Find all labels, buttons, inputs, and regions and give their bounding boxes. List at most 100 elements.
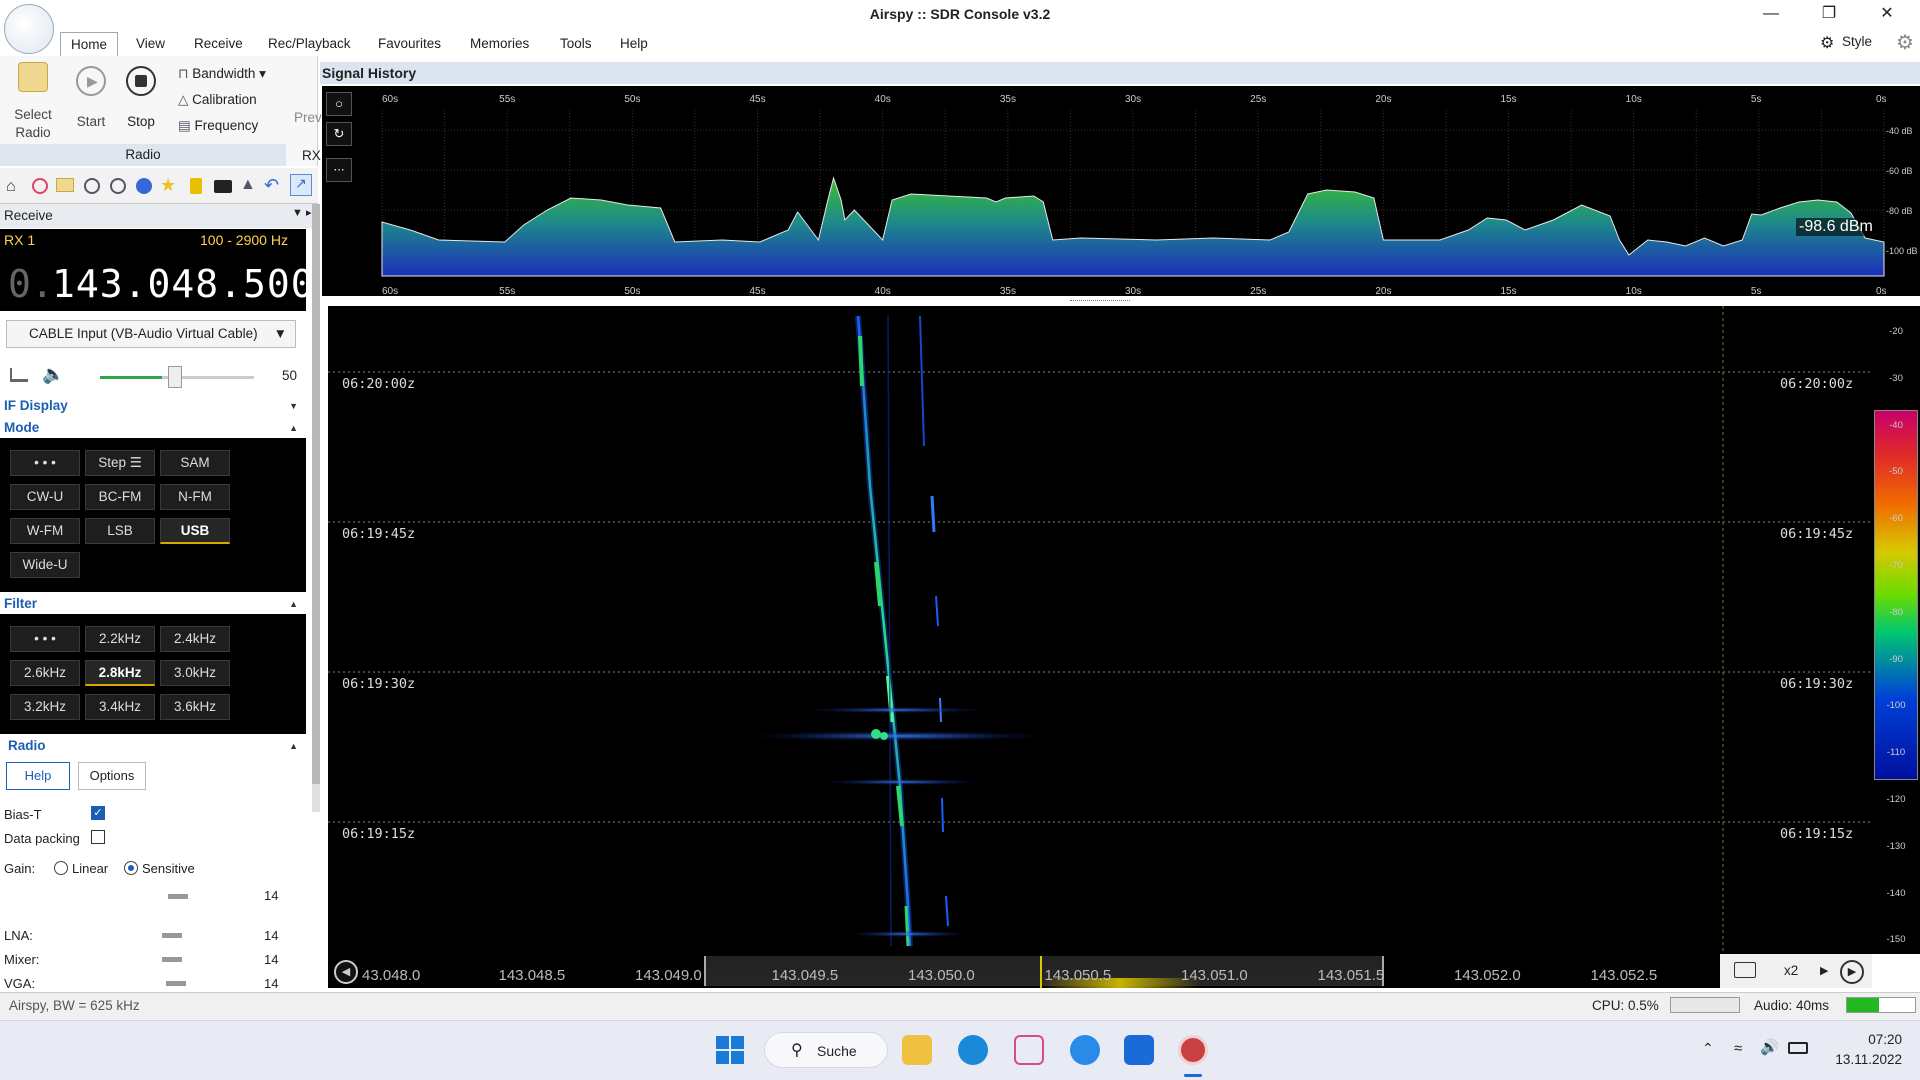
close-icon[interactable]: ✕ — [1864, 0, 1910, 28]
stop-small-icon[interactable] — [110, 178, 126, 194]
start-windows-icon[interactable] — [716, 1036, 744, 1064]
mode-button[interactable]: N-FM — [160, 484, 230, 510]
chevron-up-icon[interactable]: ⌃ — [1702, 1040, 1714, 1057]
mail-icon[interactable] — [1124, 1035, 1154, 1065]
chart-icon[interactable]: ↗ — [290, 174, 312, 196]
gain-linear-radio[interactable] — [54, 861, 68, 875]
splitter-handle[interactable] — [1070, 300, 1130, 304]
bias-t-checkbox[interactable]: ✓ — [91, 806, 105, 820]
start-button[interactable]: ▶ Start — [70, 66, 112, 129]
speaker-icon[interactable]: 🔈 — [42, 364, 64, 385]
lna-slider[interactable] — [162, 933, 182, 938]
minimize-icon[interactable]: — — [1748, 0, 1794, 28]
mode-button[interactable]: Wide-U — [10, 552, 80, 578]
menu-rec-playback[interactable]: Rec/Playback — [258, 32, 361, 56]
camera-icon[interactable] — [214, 180, 232, 193]
undo-icon[interactable]: ↶ — [264, 175, 279, 196]
mode-button[interactable]: • • • — [10, 450, 80, 476]
history-time-tick: 0s — [1876, 286, 1887, 296]
lock-icon[interactable] — [190, 178, 202, 194]
mode-button[interactable]: USB — [160, 518, 230, 544]
filter-button[interactable]: 3.4kHz — [85, 694, 155, 720]
mode-button[interactable]: BC-FM — [85, 484, 155, 510]
data-packing-checkbox[interactable] — [91, 830, 105, 844]
volume-slider-thumb[interactable] — [168, 366, 182, 388]
style-menu[interactable]: Style — [1842, 34, 1872, 49]
volume-icon[interactable]: 🔊 — [1760, 1038, 1779, 1056]
waterfall-time-label: 06:19:45z — [1774, 524, 1860, 544]
panel-scrollbar[interactable] — [312, 204, 320, 812]
play-small-icon[interactable] — [84, 178, 100, 194]
menu-help[interactable]: Help — [610, 32, 658, 56]
wifi-icon[interactable]: ≈ — [1734, 1040, 1742, 1057]
mode-header[interactable]: Mode ▲ — [0, 418, 306, 438]
edge-browser-icon[interactable] — [958, 1035, 988, 1065]
bandwidth-button[interactable]: ⊓ Bandwidth ▾ — [178, 66, 266, 82]
history-refresh-icon[interactable]: ↻ — [326, 122, 352, 146]
filter-button[interactable]: 2.6kHz — [10, 660, 80, 686]
history-time-tick: 35s — [1000, 286, 1016, 296]
file-explorer-icon[interactable] — [902, 1035, 932, 1065]
filter-button[interactable]: 2.4kHz — [160, 626, 230, 652]
filter-button[interactable]: 3.0kHz — [160, 660, 230, 686]
stop-button[interactable]: Stop — [120, 66, 162, 129]
mixer-slider[interactable] — [162, 957, 182, 962]
clock-time[interactable]: 07:20 — [1838, 1032, 1902, 1047]
options-button[interactable]: Options — [78, 762, 146, 790]
mode-button[interactable]: SAM — [160, 450, 230, 476]
filter-button[interactable]: 2.8kHz — [85, 660, 155, 686]
mode-button[interactable]: LSB — [85, 518, 155, 544]
home-icon[interactable]: ⌂ — [6, 178, 16, 196]
clock-date[interactable]: 13.11.2022 — [1834, 1052, 1902, 1067]
gain-sensitive-radio[interactable] — [124, 861, 138, 875]
history-more-icon[interactable]: ⋯ — [326, 158, 352, 182]
app-menu-icon[interactable] — [4, 4, 54, 54]
tuning-marker[interactable] — [1040, 956, 1042, 988]
filter-button[interactable]: • • • — [10, 626, 80, 652]
sdr-console-taskbar-icon[interactable] — [1178, 1035, 1208, 1065]
scroll-right-icon[interactable]: ▶ — [1840, 960, 1864, 984]
star-icon[interactable]: ★ — [160, 175, 176, 196]
frequency-button[interactable]: ▤ Frequency — [178, 118, 258, 134]
antenna-icon[interactable]: ▲ — [240, 176, 256, 194]
menu-tools[interactable]: Tools — [550, 32, 602, 56]
frequency-value[interactable]: 143.048.500 — [52, 262, 315, 306]
menu-receive[interactable]: Receive — [184, 32, 253, 56]
lifebuoy-icon[interactable] — [32, 178, 48, 194]
settings-gear-icon[interactable]: ⚙ — [1896, 30, 1914, 55]
audio-input-select[interactable]: CABLE Input (VB-Audio Virtual Cable) ▼ — [6, 320, 296, 348]
prev-button[interactable]: Prev — [294, 110, 322, 125]
keyboard-icon[interactable] — [1734, 962, 1756, 978]
filter-button[interactable]: 2.2kHz — [85, 626, 155, 652]
mode-button[interactable]: W-FM — [10, 518, 80, 544]
filter-button[interactable]: 3.6kHz — [160, 694, 230, 720]
restore-icon[interactable]: ❐ — [1806, 0, 1852, 28]
history-record-icon[interactable]: ○ — [326, 92, 352, 116]
battery-icon[interactable] — [1788, 1042, 1808, 1054]
help-button[interactable]: Help — [6, 762, 70, 790]
calibration-button[interactable]: △ Calibration — [178, 92, 257, 108]
folder-icon[interactable] — [56, 178, 74, 192]
level-scale-label: -30 — [1889, 372, 1903, 384]
if-display-header[interactable]: IF Display ▼ — [0, 396, 306, 416]
app-icon[interactable] — [1070, 1035, 1100, 1065]
gain-slider[interactable] — [168, 894, 188, 899]
zoom-level[interactable]: x2 — [1784, 963, 1798, 978]
select-radio-button[interactable]: Select Radio — [8, 62, 58, 142]
menu-home[interactable]: Home — [60, 32, 119, 56]
target-icon[interactable] — [136, 178, 152, 194]
menu-favourites[interactable]: Favourites — [368, 32, 451, 56]
scroll-left-icon[interactable]: ◀ — [334, 960, 358, 984]
filter-header[interactable]: Filter ▲ — [0, 594, 306, 614]
snipping-tool-icon[interactable] — [1014, 1035, 1044, 1065]
receive-collapse-icon[interactable]: ▼ ▸ — [292, 206, 311, 219]
mode-button[interactable]: CW-U — [10, 484, 80, 510]
filter-button[interactable]: 3.2kHz — [10, 694, 80, 720]
taskbar-search[interactable]: ⚲ Suche — [764, 1032, 888, 1068]
menu-view[interactable]: View — [126, 32, 175, 56]
mode-button[interactable]: Step ☰ — [85, 450, 155, 476]
zoom-next-icon[interactable]: ▶ — [1820, 964, 1828, 977]
radio-header[interactable]: Radio ▲ — [0, 736, 306, 756]
menu-memories[interactable]: Memories — [460, 32, 539, 56]
vga-slider[interactable] — [166, 981, 186, 986]
